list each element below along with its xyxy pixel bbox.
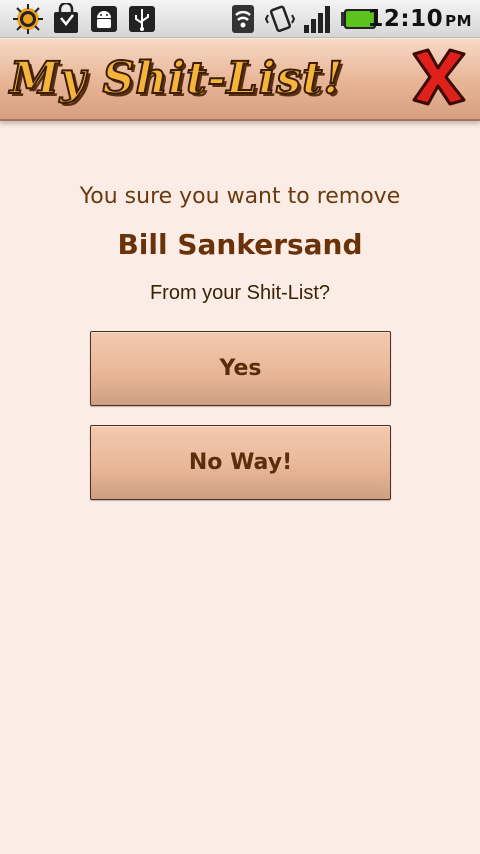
sun-notification-icon	[13, 4, 43, 34]
no-way-button[interactable]: No Way!	[90, 425, 391, 500]
yes-button[interactable]: Yes	[90, 331, 391, 406]
status-bar: 12:10 PM	[0, 0, 480, 38]
android-debug-icon	[91, 6, 117, 32]
wifi-icon	[232, 5, 254, 33]
vibrate-icon	[264, 5, 296, 33]
confirm-dialog: You sure you want to remove Bill Sankers…	[0, 124, 480, 854]
signal-icon	[304, 6, 330, 33]
close-x-icon[interactable]	[408, 46, 468, 108]
shopping-bag-icon	[54, 3, 78, 33]
confirm-prompt: You sure you want to remove	[79, 184, 401, 209]
app-title: My Shit-List!	[9, 52, 344, 105]
person-name: Bill Sankersand	[117, 228, 363, 261]
usb-icon	[129, 6, 155, 32]
confirm-question: From your Shit-List?	[149, 282, 331, 304]
status-clock: 12:10 PM	[367, 6, 472, 32]
